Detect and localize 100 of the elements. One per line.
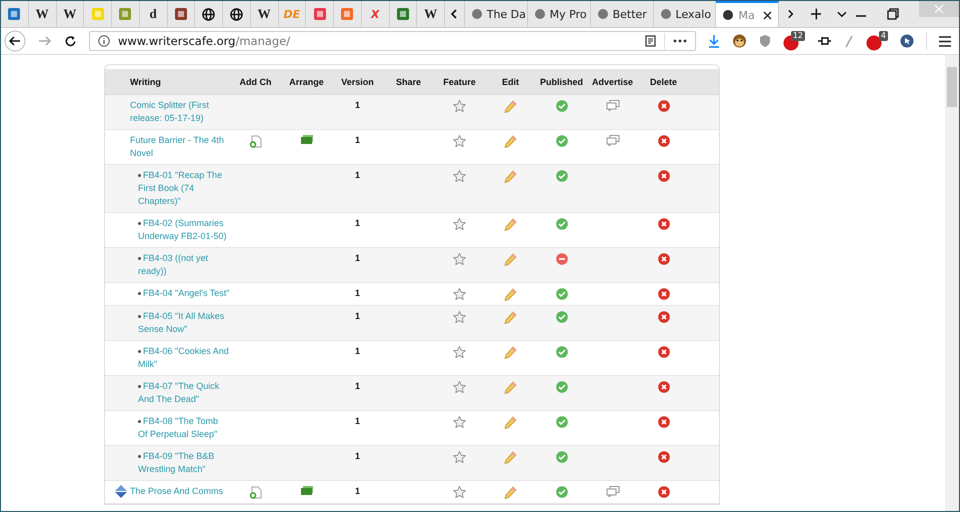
star-icon[interactable]: [453, 486, 466, 498]
download-icon[interactable]: [708, 34, 720, 48]
add-page-icon[interactable]: [249, 486, 262, 499]
star-icon[interactable]: [453, 451, 466, 463]
writing-link[interactable]: Future Barrier - The 4th Novel: [130, 134, 230, 160]
pencil-icon[interactable]: [504, 288, 517, 301]
delete-icon[interactable]: [658, 253, 670, 265]
writing-link[interactable]: FB4-04 "Angel's Test": [138, 287, 230, 300]
pencil-icon[interactable]: [504, 486, 517, 499]
pencil-icon[interactable]: [504, 253, 517, 266]
pencil-icon[interactable]: [504, 100, 517, 113]
star-icon[interactable]: [453, 381, 466, 393]
check-circle-icon[interactable]: [556, 346, 568, 358]
star-icon[interactable]: [453, 416, 466, 428]
close-icon[interactable]: [763, 10, 772, 20]
check-circle-icon[interactable]: [556, 288, 568, 300]
url-text: www.writerscafe.org/manage/: [118, 34, 290, 48]
writing-link[interactable]: FB4-05 "It All Makes Sense Now": [138, 310, 230, 336]
star-icon[interactable]: [453, 288, 466, 300]
pinned-tab[interactable]: d: [140, 1, 168, 27]
writing-link[interactable]: FB4-06 "Cookies And Milk": [138, 345, 230, 371]
star-icon[interactable]: [453, 346, 466, 358]
star-icon[interactable]: [453, 311, 466, 323]
add-page-icon[interactable]: [249, 135, 262, 148]
pencil-icon[interactable]: [504, 218, 517, 231]
writing-link[interactable]: FB4-03 ((not yet ready)): [138, 252, 230, 278]
address-field[interactable]: www.writerscafe.org/manage/: [89, 31, 696, 51]
pencil-icon[interactable]: [504, 311, 517, 324]
star-icon[interactable]: [453, 135, 466, 147]
check-circle-icon[interactable]: [556, 170, 568, 182]
bullet-icon: [138, 455, 141, 458]
pencil-icon[interactable]: [504, 381, 517, 394]
stack-icon[interactable]: [300, 135, 314, 145]
writing-link[interactable]: FB4-02 (Summaries Underway FB2-01-50): [138, 217, 230, 243]
tab-list-icon[interactable]: [837, 10, 848, 18]
pencil-icon[interactable]: [504, 135, 517, 148]
forward-icon[interactable]: [38, 35, 52, 47]
chat-icon[interactable]: [606, 486, 620, 497]
pencil-icon[interactable]: [504, 170, 517, 183]
pinned-tab[interactable]: W: [56, 1, 84, 27]
restore-icon[interactable]: [887, 8, 900, 20]
check-circle-icon[interactable]: [556, 416, 568, 428]
menu-icon[interactable]: [939, 36, 951, 46]
writing-link[interactable]: Comic Splitter (First release: 05-17-19): [130, 99, 230, 125]
version-number: 1: [354, 451, 360, 461]
check-circle-icon[interactable]: [556, 451, 568, 463]
reload-icon[interactable]: [64, 34, 77, 48]
delete-icon[interactable]: [658, 451, 670, 463]
writing-link[interactable]: FB4-09 "The B&B Wrestling Match": [138, 450, 230, 476]
check-circle-icon[interactable]: [556, 311, 568, 323]
star-icon[interactable]: [453, 253, 466, 265]
delete-icon[interactable]: [658, 311, 670, 323]
stack-icon[interactable]: [300, 486, 314, 496]
delete-icon[interactable]: [658, 486, 670, 498]
delete-icon[interactable]: [658, 381, 670, 393]
tabs-scroll-right-icon[interactable]: [787, 9, 795, 19]
pinned-tab[interactable]: X: [362, 1, 390, 27]
cursor-icon[interactable]: [900, 34, 914, 48]
pinned-tab[interactable]: DE: [278, 1, 306, 27]
check-circle-icon[interactable]: [556, 135, 568, 147]
minus-circle-icon[interactable]: [556, 253, 568, 265]
browser-tab[interactable]: Better: [590, 1, 654, 27]
delete-icon[interactable]: [658, 170, 670, 182]
star-icon[interactable]: [453, 218, 466, 230]
column-header: Delete: [648, 76, 678, 86]
delete-icon[interactable]: [658, 135, 670, 147]
chat-icon[interactable]: [606, 100, 620, 111]
check-circle-icon[interactable]: [556, 218, 568, 230]
new-tab-icon[interactable]: [810, 8, 822, 20]
monkey-icon[interactable]: [732, 34, 747, 48]
pencil-icon[interactable]: [504, 451, 517, 464]
writing-link[interactable]: FB4-01 "Recap The First Book (74 Chapters)": [138, 169, 230, 208]
delete-icon[interactable]: [658, 346, 670, 358]
delete-icon[interactable]: [658, 288, 670, 300]
scrollbar[interactable]: [945, 55, 959, 511]
star-icon[interactable]: [453, 100, 466, 112]
back-button[interactable]: [4, 30, 26, 52]
writing-link[interactable]: The Prose And Comms: [130, 485, 230, 498]
reader-view-icon[interactable]: [645, 35, 656, 47]
shield-icon[interactable]: [759, 34, 771, 48]
pinned-tab[interactable]: W: [28, 1, 56, 27]
writing-link[interactable]: FB4-08 "The Tomb Of Perpetual Sleep": [138, 415, 230, 441]
browser-tab[interactable]: Ma: [716, 1, 780, 27]
writing-link[interactable]: FB4-07 "The Quick And The Dead": [138, 380, 230, 406]
pencil-icon[interactable]: [504, 346, 517, 359]
check-circle-icon[interactable]: [556, 486, 568, 498]
check-circle-icon[interactable]: [556, 100, 568, 112]
star-icon[interactable]: [453, 170, 466, 182]
browser-tab[interactable]: The Da: [464, 1, 528, 27]
delete-icon[interactable]: [658, 416, 670, 428]
check-circle-icon[interactable]: [556, 381, 568, 393]
more-icon[interactable]: [673, 39, 687, 43]
browser-tab[interactable]: My Pro: [528, 1, 591, 27]
pencil-icon[interactable]: [504, 416, 517, 429]
pinned-tab[interactable]: W: [250, 1, 278, 27]
delete-icon[interactable]: [658, 100, 670, 112]
sort-icon[interactable]: [115, 485, 127, 498]
chat-icon[interactable]: [606, 135, 620, 146]
pin-icon[interactable]: [817, 35, 832, 47]
delete-icon[interactable]: [658, 218, 670, 230]
